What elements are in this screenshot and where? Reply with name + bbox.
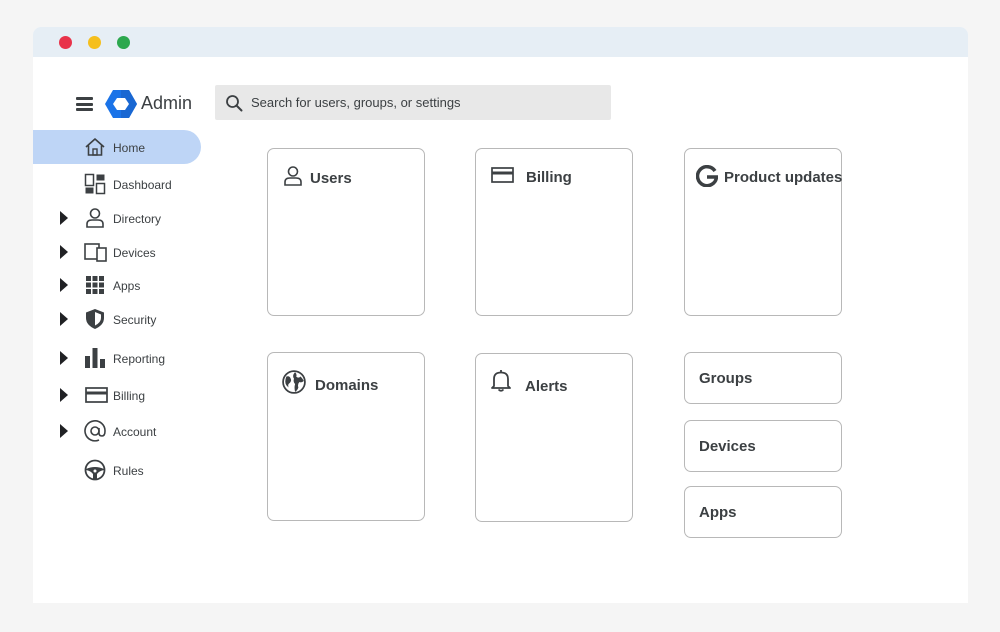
domains-card[interactable]: Domains xyxy=(267,352,425,521)
search-input[interactable] xyxy=(251,85,601,120)
expand-caret-icon[interactable] xyxy=(60,278,68,292)
bell-icon xyxy=(491,370,511,392)
sidebar-item-rules[interactable]: Rules xyxy=(33,453,201,487)
minimize-window-dot[interactable] xyxy=(88,36,101,49)
sidebar-item-label: Reporting xyxy=(113,352,166,366)
expand-caret-icon[interactable] xyxy=(60,245,68,259)
search-bar[interactable] xyxy=(215,85,611,120)
apps-grid-icon xyxy=(86,276,104,294)
card-title: Devices xyxy=(699,438,756,455)
sidebar-item-billing[interactable]: Billing xyxy=(33,378,201,412)
sidebar-item-security[interactable]: Security xyxy=(33,302,201,336)
groups-card[interactable]: Groups xyxy=(684,352,842,404)
browser-window: Admin Home Dashboard Directory xyxy=(33,27,968,603)
sidebar-item-apps[interactable]: Apps xyxy=(33,268,201,302)
sidebar-item-label: Dashboard xyxy=(113,178,172,192)
sidebar-item-devices[interactable]: Devices xyxy=(33,235,201,269)
sidebar-item-label: Devices xyxy=(113,246,156,260)
sidebar-item-label: Account xyxy=(113,425,157,439)
devices-card[interactable]: Devices xyxy=(684,420,842,472)
sidebar-item-label: Rules xyxy=(113,464,144,478)
sidebar-item-home[interactable]: Home xyxy=(33,130,201,164)
sidebar-item-label: Billing xyxy=(113,389,146,403)
sidebar-item-label: Home xyxy=(113,141,146,155)
expand-caret-icon[interactable] xyxy=(60,312,68,326)
card-title: Product updates xyxy=(724,169,843,186)
steering-wheel-icon xyxy=(84,459,106,481)
sidebar-item-directory[interactable]: Directory xyxy=(33,201,201,235)
credit-card-icon xyxy=(491,167,514,183)
devices-icon xyxy=(84,243,107,262)
close-window-dot[interactable] xyxy=(59,36,72,49)
card-title: Users xyxy=(310,170,352,187)
expand-caret-icon[interactable] xyxy=(60,211,68,225)
card-title: Groups xyxy=(699,370,753,387)
maximize-window-dot[interactable] xyxy=(117,36,130,49)
bar-chart-icon xyxy=(85,348,105,368)
google-g-icon xyxy=(696,165,718,187)
users-card[interactable]: Users xyxy=(267,148,425,316)
globe-icon xyxy=(282,370,306,394)
sidebar-item-label: Directory xyxy=(113,212,162,226)
dashboard-icon xyxy=(84,173,106,195)
person-icon xyxy=(86,208,104,228)
at-sign-icon xyxy=(84,420,106,442)
sidebar-item-label: Apps xyxy=(113,279,141,293)
sidebar-item-account[interactable]: Account xyxy=(33,414,201,448)
admin-logo-icon xyxy=(105,90,137,118)
sidebar-item-reporting[interactable]: Reporting xyxy=(33,341,201,375)
window-titlebar xyxy=(33,27,968,57)
expand-caret-icon[interactable] xyxy=(60,351,68,365)
card-title: Domains xyxy=(315,377,379,394)
main-menu-icon[interactable] xyxy=(76,97,93,111)
expand-caret-icon[interactable] xyxy=(60,424,68,438)
search-icon xyxy=(226,95,243,112)
home-icon xyxy=(85,138,105,156)
person-icon xyxy=(284,166,302,186)
card-title: Alerts xyxy=(525,378,568,395)
sidebar-item-label: Security xyxy=(113,313,157,327)
sidebar-item-dashboard[interactable]: Dashboard xyxy=(33,167,201,201)
shield-icon xyxy=(86,309,104,329)
alerts-card[interactable]: Alerts xyxy=(475,353,633,522)
credit-card-icon xyxy=(85,387,108,403)
card-title: Billing xyxy=(526,169,572,186)
apps-card[interactable]: Apps xyxy=(684,486,842,538)
app-title: Admin xyxy=(141,93,193,113)
product-updates-card[interactable]: Product updates xyxy=(684,148,842,316)
card-title: Apps xyxy=(699,504,737,521)
billing-card[interactable]: Billing xyxy=(475,148,633,316)
expand-caret-icon[interactable] xyxy=(60,388,68,402)
